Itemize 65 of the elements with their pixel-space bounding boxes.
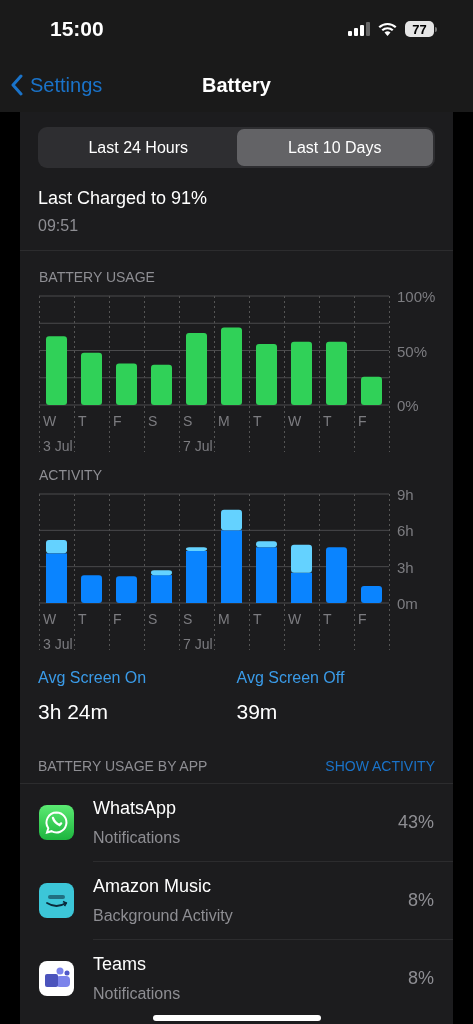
section-title: ACTIVITY bbox=[39, 466, 103, 485]
axis-label: 9h bbox=[397, 490, 414, 503]
status-time: 15:00 bbox=[50, 16, 104, 43]
stat-value: 3h 24m bbox=[38, 699, 110, 725]
date-label: 3 Jul bbox=[43, 636, 73, 650]
axis-label: W bbox=[43, 413, 57, 429]
back-button[interactable]: Settings bbox=[0, 70, 103, 100]
segment-tab[interactable]: Last 24 Hours bbox=[40, 129, 237, 166]
axis-label: T bbox=[323, 413, 332, 429]
chevron-left-icon bbox=[10, 74, 24, 96]
axis-label: F bbox=[358, 413, 367, 429]
axis-label: W bbox=[288, 413, 302, 429]
axis-label: 3h bbox=[397, 558, 414, 576]
people-app-icon bbox=[39, 961, 74, 996]
app-detail: Notifications bbox=[93, 984, 182, 1004]
axis-label: F bbox=[358, 611, 367, 627]
axis-label: T bbox=[78, 611, 87, 627]
app-detail: Notifications bbox=[93, 827, 182, 848]
axis-label: S bbox=[148, 413, 158, 429]
axis-label: 0% bbox=[397, 397, 419, 414]
axis-label: T bbox=[253, 611, 262, 627]
app-row[interactable]: Amazon Music Background Activity 8% bbox=[20, 861, 453, 940]
app-percent: 8% bbox=[408, 967, 434, 990]
signal-icon bbox=[348, 22, 370, 36]
date-label: 3 Jul bbox=[43, 438, 73, 454]
app-name: Teams bbox=[93, 953, 147, 976]
axis-label: W bbox=[288, 611, 302, 627]
axis-label: F bbox=[113, 611, 122, 627]
axis-label: S bbox=[148, 611, 158, 627]
stat-label: Avg Screen On bbox=[38, 668, 148, 688]
axis-label: F bbox=[113, 413, 122, 429]
axis-label: W bbox=[43, 611, 57, 627]
app-detail: Background Activity bbox=[93, 905, 234, 926]
axis-label: S bbox=[183, 611, 193, 627]
app-percent: 43% bbox=[397, 810, 434, 834]
page-title: Battery bbox=[202, 73, 271, 98]
stat-value: 39m bbox=[236, 699, 279, 725]
segment-tab[interactable]: Last 10 Days bbox=[236, 129, 433, 166]
date-label: 7 Jul bbox=[183, 438, 213, 454]
app-name: Amazon Music bbox=[93, 874, 213, 898]
axis-label: T bbox=[323, 611, 332, 627]
axis-label: S bbox=[183, 413, 193, 429]
axis-label: 0m bbox=[397, 595, 418, 612]
last-charged-label: Last Charged to 91% bbox=[38, 187, 209, 210]
axis-label: T bbox=[78, 413, 87, 429]
axis-label: M bbox=[218, 611, 230, 627]
music-app-icon bbox=[39, 883, 74, 918]
section-title: BATTERY USAGE bbox=[39, 268, 156, 287]
app-row[interactable]: Teams Notifications 8% bbox=[20, 939, 453, 1018]
chat-bubble-icon bbox=[39, 805, 74, 840]
section-title: BATTERY USAGE BY APP bbox=[38, 756, 208, 776]
battery-percent: 77 bbox=[412, 22, 427, 36]
axis-label: 6h bbox=[397, 522, 414, 540]
axis-label: 50% bbox=[397, 342, 428, 360]
last-charged-time: 09:51 bbox=[38, 216, 80, 236]
stat-label: Avg Screen Off bbox=[236, 668, 346, 688]
app-name: WhatsApp bbox=[93, 796, 178, 820]
app-percent: 8% bbox=[408, 888, 434, 912]
wifi-icon bbox=[378, 22, 397, 36]
date-label: 7 Jul bbox=[183, 636, 213, 650]
show-activity-link[interactable]: SHOW ACTIVITY bbox=[325, 755, 435, 777]
axis-label: M bbox=[218, 413, 230, 429]
axis-label: T bbox=[253, 413, 262, 429]
app-row[interactable]: WhatsApp Notifications 43% bbox=[20, 783, 453, 862]
axis-label: 100% bbox=[397, 292, 436, 305]
